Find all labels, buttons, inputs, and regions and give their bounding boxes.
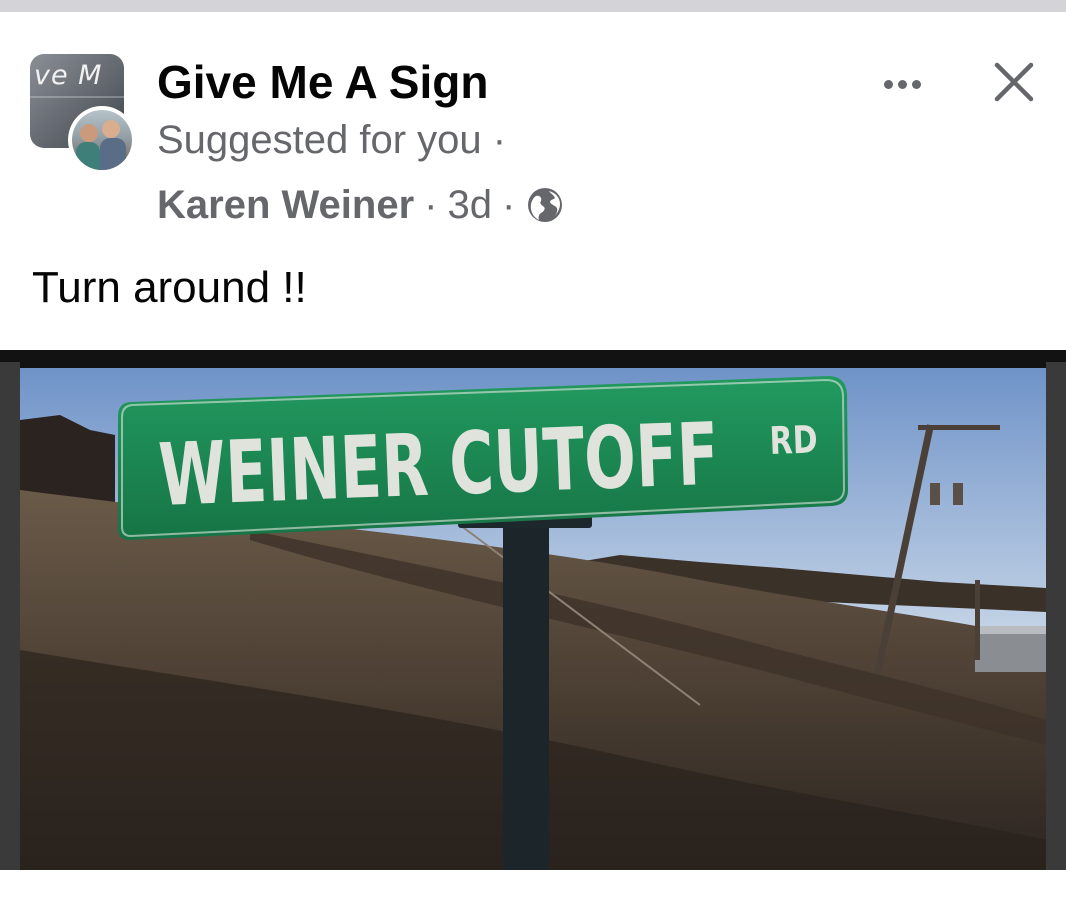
post-photo[interactable]: WEINER CUTOFF RD — [0, 350, 1066, 870]
group-avatar-divider — [30, 96, 124, 98]
post-message: Turn around !! — [32, 263, 307, 312]
person-body-right — [100, 138, 126, 170]
person-head-left — [80, 124, 98, 142]
more-dot — [911, 79, 921, 89]
meta-separator: · — [501, 183, 516, 227]
more-options-button[interactable] — [872, 64, 932, 104]
globe-icon[interactable] — [527, 187, 563, 223]
more-dot — [883, 79, 893, 89]
sign-suffix-text: RD — [769, 417, 819, 463]
close-icon[interactable] — [986, 54, 1042, 110]
post-timestamp-link[interactable]: 3d — [447, 182, 492, 228]
author-avatar-photo — [72, 110, 132, 170]
more-dot — [897, 79, 907, 89]
post-meta: Karen Weiner · 3d · — [157, 182, 563, 228]
suggested-label: Suggested for you · — [157, 117, 506, 163]
group-name-link[interactable]: Give Me A Sign — [157, 56, 488, 108]
suggested-text: Suggested for you — [157, 118, 482, 162]
group-avatar-text: ve M — [34, 60, 103, 91]
author-name-link[interactable]: Karen Weiner — [157, 182, 414, 228]
meta-separator: · — [492, 118, 507, 162]
person-body-left — [76, 142, 100, 170]
meta-separator: · — [424, 183, 438, 227]
avatar-group[interactable]: ve M — [30, 54, 138, 174]
top-separator — [0, 0, 1066, 12]
post-footer-space — [0, 870, 1066, 900]
author-avatar[interactable] — [68, 106, 136, 174]
person-head-right — [102, 120, 120, 138]
